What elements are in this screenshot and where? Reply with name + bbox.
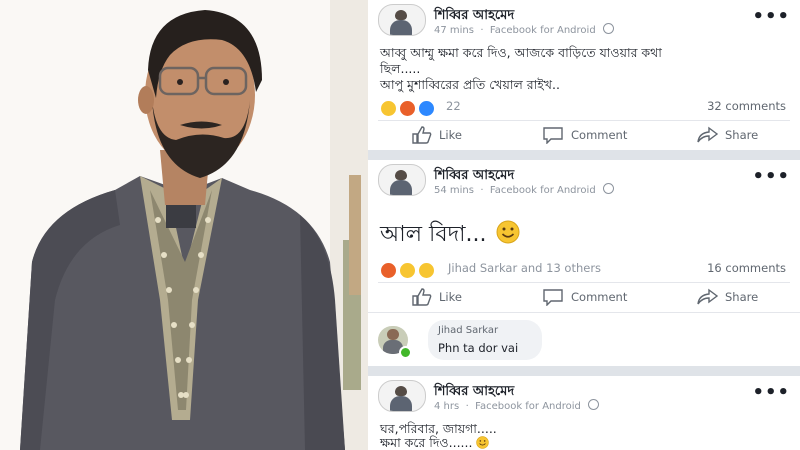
comment-author[interactable]: Jihad Sarkar xyxy=(438,325,498,336)
post-text-content: আল বিদা... xyxy=(380,222,487,247)
post-source: Facebook for Android xyxy=(489,25,596,36)
post-actions: Like Comment Share xyxy=(368,284,800,310)
globe-icon xyxy=(588,399,600,410)
post-time[interactable]: 4 hrs xyxy=(434,401,459,412)
share-button[interactable]: Share xyxy=(696,122,758,148)
like-reaction-icon xyxy=(418,100,436,117)
profile-photo xyxy=(0,0,368,450)
share-icon xyxy=(697,288,718,305)
post-text-line: আব্বু আম্মু ক্ষমা করে দিও, আজকে বাড়িতে … xyxy=(380,45,662,60)
post-text-line: ক্ষমা করে দিও...... xyxy=(380,434,490,450)
comment-bubble: Jihad Sarkar Phn ta dor vai xyxy=(428,320,542,360)
comments-count[interactable]: 16 comments xyxy=(707,261,786,275)
post-meta: 54 mins · Facebook for Android xyxy=(434,183,614,196)
post-time[interactable]: 54 mins xyxy=(434,185,474,196)
smiley-emoji-icon xyxy=(476,436,490,449)
sad-reaction-icon xyxy=(380,100,397,117)
comment-text: Phn ta dor vai xyxy=(438,341,519,355)
more-options-icon[interactable]: ••• xyxy=(752,166,790,187)
more-options-icon[interactable]: ••• xyxy=(752,6,790,27)
post-card: শিব্বির আহমেদ 54 mins · Facebook for And… xyxy=(368,160,800,366)
post-time[interactable]: 47 mins xyxy=(434,25,474,36)
post-source: Facebook for Android xyxy=(489,185,596,196)
smiley-emoji-icon xyxy=(496,220,520,244)
post-text-content: ক্ষমা করে দিও...... xyxy=(380,435,473,450)
globe-icon xyxy=(602,183,614,194)
post-text-line: আপু মুশাব্বিরের প্রতি খেয়াল রাইখ.. xyxy=(380,77,560,92)
post-meta: 47 mins · Facebook for Android xyxy=(434,23,614,36)
like-button[interactable]: Like xyxy=(412,122,462,148)
share-button[interactable]: Share xyxy=(696,284,758,310)
share-label: Share xyxy=(725,128,759,142)
reaction-count[interactable]: 22 xyxy=(446,99,461,113)
post-card: শিব্বির আহমেদ 4 hrs · Facebook for Andro… xyxy=(368,376,800,450)
more-options-icon[interactable]: ••• xyxy=(752,382,790,403)
post-meta: 4 hrs · Facebook for Android xyxy=(434,399,600,412)
online-status-dot xyxy=(399,346,412,359)
comments-count[interactable]: 32 comments xyxy=(707,99,786,113)
author-avatar[interactable] xyxy=(378,4,426,36)
post-actions: Like Comment Share xyxy=(368,122,800,148)
comment-item: Jihad Sarkar Phn ta dor vai xyxy=(368,320,800,360)
divider xyxy=(378,282,790,283)
angry-reaction-icon xyxy=(399,100,417,117)
angry-reaction-icon xyxy=(380,262,397,279)
like-label: Like xyxy=(439,290,462,304)
divider xyxy=(368,312,800,313)
sad-reaction-icon xyxy=(399,262,417,279)
comment-label: Comment xyxy=(571,128,628,142)
post-text: আল বিদা... xyxy=(380,220,520,248)
reaction-summary[interactable]: Jihad Sarkar and 13 others xyxy=(448,261,601,275)
share-icon xyxy=(697,126,718,143)
thumbs-up-icon xyxy=(412,288,432,306)
comment-label: Comment xyxy=(571,290,628,304)
divider xyxy=(378,120,790,121)
globe-icon xyxy=(602,23,614,34)
thumbs-up-icon xyxy=(412,126,432,144)
author-avatar[interactable] xyxy=(378,164,426,196)
post-card: শিব্বির আহমেদ 47 mins · Facebook for And… xyxy=(368,0,800,150)
post-source: Facebook for Android xyxy=(475,401,581,412)
person-photo-image xyxy=(0,0,368,450)
wow-reaction-icon xyxy=(418,262,436,279)
like-label: Like xyxy=(439,128,462,142)
reaction-icons[interactable] xyxy=(380,98,436,117)
author-avatar[interactable] xyxy=(378,380,426,412)
reaction-icons[interactable] xyxy=(380,260,436,279)
share-label: Share xyxy=(725,290,759,304)
like-button[interactable]: Like xyxy=(412,284,462,310)
comment-button[interactable]: Comment xyxy=(542,122,627,148)
facebook-feed[interactable]: শিব্বির আহমেদ 47 mins · Facebook for And… xyxy=(368,0,800,450)
comment-button[interactable]: Comment xyxy=(542,284,627,310)
comment-icon xyxy=(543,127,563,144)
comment-icon xyxy=(543,289,563,306)
